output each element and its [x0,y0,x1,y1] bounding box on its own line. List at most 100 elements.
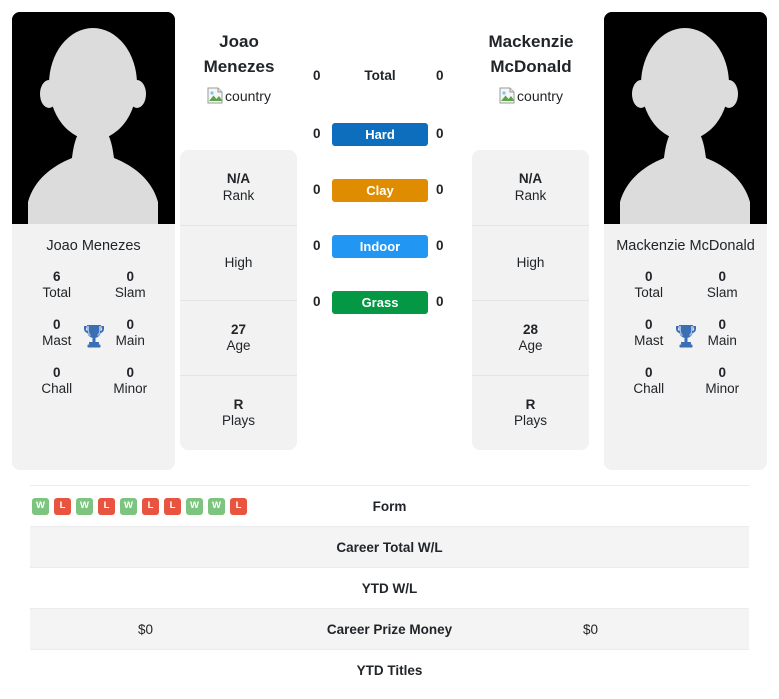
player-photo-left [12,12,175,224]
titles-mast-left: 0 Mast [20,317,94,349]
titles-total-label-left: Total [42,285,72,301]
titles-chall-left: 0 Chall [20,365,94,397]
player-card-left[interactable]: Joao Menezes 6 Total 0 Slam 0 Mast 0 Mai… [12,12,175,470]
titles-total-right: 0 Total [612,269,686,301]
info-rank-value-right: N/A [518,171,543,187]
stats-row-form: WLWLWLLWWL Form [30,485,749,526]
surface-grass-value-left: 0 [313,294,321,309]
stats-row-label-ytd-titles: YTD Titles [356,662,423,678]
surface-indoor-value-left: 0 [313,238,321,253]
info-plays-right: R Plays [472,375,589,450]
career-prize-money-right: $0 [583,621,599,637]
titles-total-value-left: 6 [52,269,61,285]
info-plays-value-right: R [525,396,536,412]
titles-chall-label-left: Chall [41,381,73,396]
info-rank-left: N/A Rank [180,150,297,225]
titles-main-value-left: 0 [126,317,134,333]
player-last-name-right: McDonald [490,56,572,76]
titles-mast-value-left: 0 [52,317,61,333]
surface-indoor-value-right: 0 [436,238,444,253]
country-flag-row-left: country [159,87,319,104]
surface-hard-value-right: 0 [436,126,444,141]
surface-row-hard: 0 Hard 0 [303,118,477,174]
titles-mast-value-right: 0 [644,317,653,333]
info-age-right: 28 Age [472,300,589,375]
surface-grass-badge[interactable]: Grass [332,291,428,314]
info-age-label-right: Age [518,338,543,353]
broken-image-icon [499,87,516,104]
info-age-value-right: 28 [522,321,539,337]
titles-slam-value-left: 0 [126,269,134,285]
player-photo-right [604,12,767,224]
country-flag-row-right: country [451,87,611,104]
titles-total-label-right: Total [634,285,664,301]
player-card-name-right: Mackenzie McDonald [616,238,755,254]
titles-mast-right: 0 Mast [612,317,686,349]
titles-slam-right: 0 Slam [686,269,760,301]
info-high-label-left: High [224,254,253,270]
titles-minor-label-left: Minor [113,381,148,396]
player-first-name-left: Joao [219,32,259,51]
titles-slam-label-left: Slam [114,285,146,301]
titles-slam-label-right: Slam [706,285,738,301]
player-name-header-left: Joao Menezes country [159,30,319,104]
info-plays-label-right: Plays [513,413,547,428]
stats-row-ytd-wl: YTD W/L [30,567,749,608]
titles-total-value-right: 0 [644,269,653,285]
info-rank-right: N/A Rank [472,150,589,225]
surface-hard-value-left: 0 [313,126,321,141]
surface-total-value-right: 0 [436,68,444,83]
titles-mast-label-left: Mast [42,333,72,349]
surface-total-value-left: 0 [313,68,321,83]
titles-chall-right: 0 Chall [612,365,686,397]
surface-row-indoor: 0 Indoor 0 [303,230,477,286]
country-alt-text-right: country [517,87,563,104]
info-age-label-left: Age [226,338,251,353]
stats-row-label-ytd-wl: YTD W/L [361,580,418,596]
info-age-left: 27 Age [180,300,297,375]
titles-minor-value-right: 0 [718,365,726,381]
titles-main-left: 0 Main [94,317,168,349]
info-age-value-left: 27 [230,321,247,337]
info-high-left: High [180,225,297,300]
player-last-name-left: Menezes [203,56,275,76]
surface-clay-value-right: 0 [436,182,444,197]
titles-main-value-right: 0 [718,317,726,333]
surface-clay-badge[interactable]: Clay [332,179,428,202]
info-plays-value-left: R [233,396,244,412]
titles-grid-right: 0 Total 0 Slam 0 Mast 0 Main 0 Chall 0 M… [604,265,767,397]
info-rank-label-left: Rank [222,187,255,203]
comparison-header-area: Joao Menezes 6 Total 0 Slam 0 Mast 0 Mai… [0,0,779,485]
surface-clay-value-left: 0 [313,182,321,197]
titles-slam-value-right: 0 [718,269,726,285]
surface-row-clay: 0 Clay 0 [303,174,477,230]
titles-grid-left: 6 Total 0 Slam 0 Mast 0 Main 0 Chall 0 M… [12,265,175,397]
stats-comparison-table: WLWLWLLWWL Form Career Total W/L YTD W/L… [0,485,779,690]
surface-total-label: Total [364,68,396,83]
titles-total-left: 6 Total [20,269,94,301]
country-alt-text-left: country [225,87,271,104]
broken-image-icon [207,87,224,104]
titles-minor-right: 0 Minor [686,365,760,397]
titles-main-right: 0 Main [686,317,760,349]
player-card-name-left: Joao Menezes [46,238,141,254]
player-card-right[interactable]: Mackenzie McDonald 0 Total 0 Slam 0 Mast… [604,12,767,470]
titles-chall-label-right: Chall [633,381,665,396]
surface-hard-badge[interactable]: Hard [332,123,428,146]
stats-row-career-prize-money: $0 Career Prize Money $0 [30,608,749,649]
info-plays-left: R Plays [180,375,297,450]
titles-minor-left: 0 Minor [94,365,168,397]
stats-row-ytd-titles: YTD Titles [30,649,749,690]
stats-row-label-career-total-wl: Career Total W/L [336,539,443,555]
player-name-header-right: Mackenzie McDonald country [451,30,611,104]
titles-slam-left: 0 Slam [94,269,168,301]
titles-chall-value-left: 0 [52,365,61,381]
form-badges-right [745,486,747,526]
info-high-right: High [472,225,589,300]
titles-minor-label-right: Minor [705,381,740,396]
surface-indoor-badge[interactable]: Indoor [332,235,428,258]
info-rank-label-right: Rank [514,187,547,203]
player-info-card-right: N/A Rank High 28 Age R Plays [472,150,589,450]
surface-grass-value-right: 0 [436,294,444,309]
info-high-label-right: High [516,254,545,270]
